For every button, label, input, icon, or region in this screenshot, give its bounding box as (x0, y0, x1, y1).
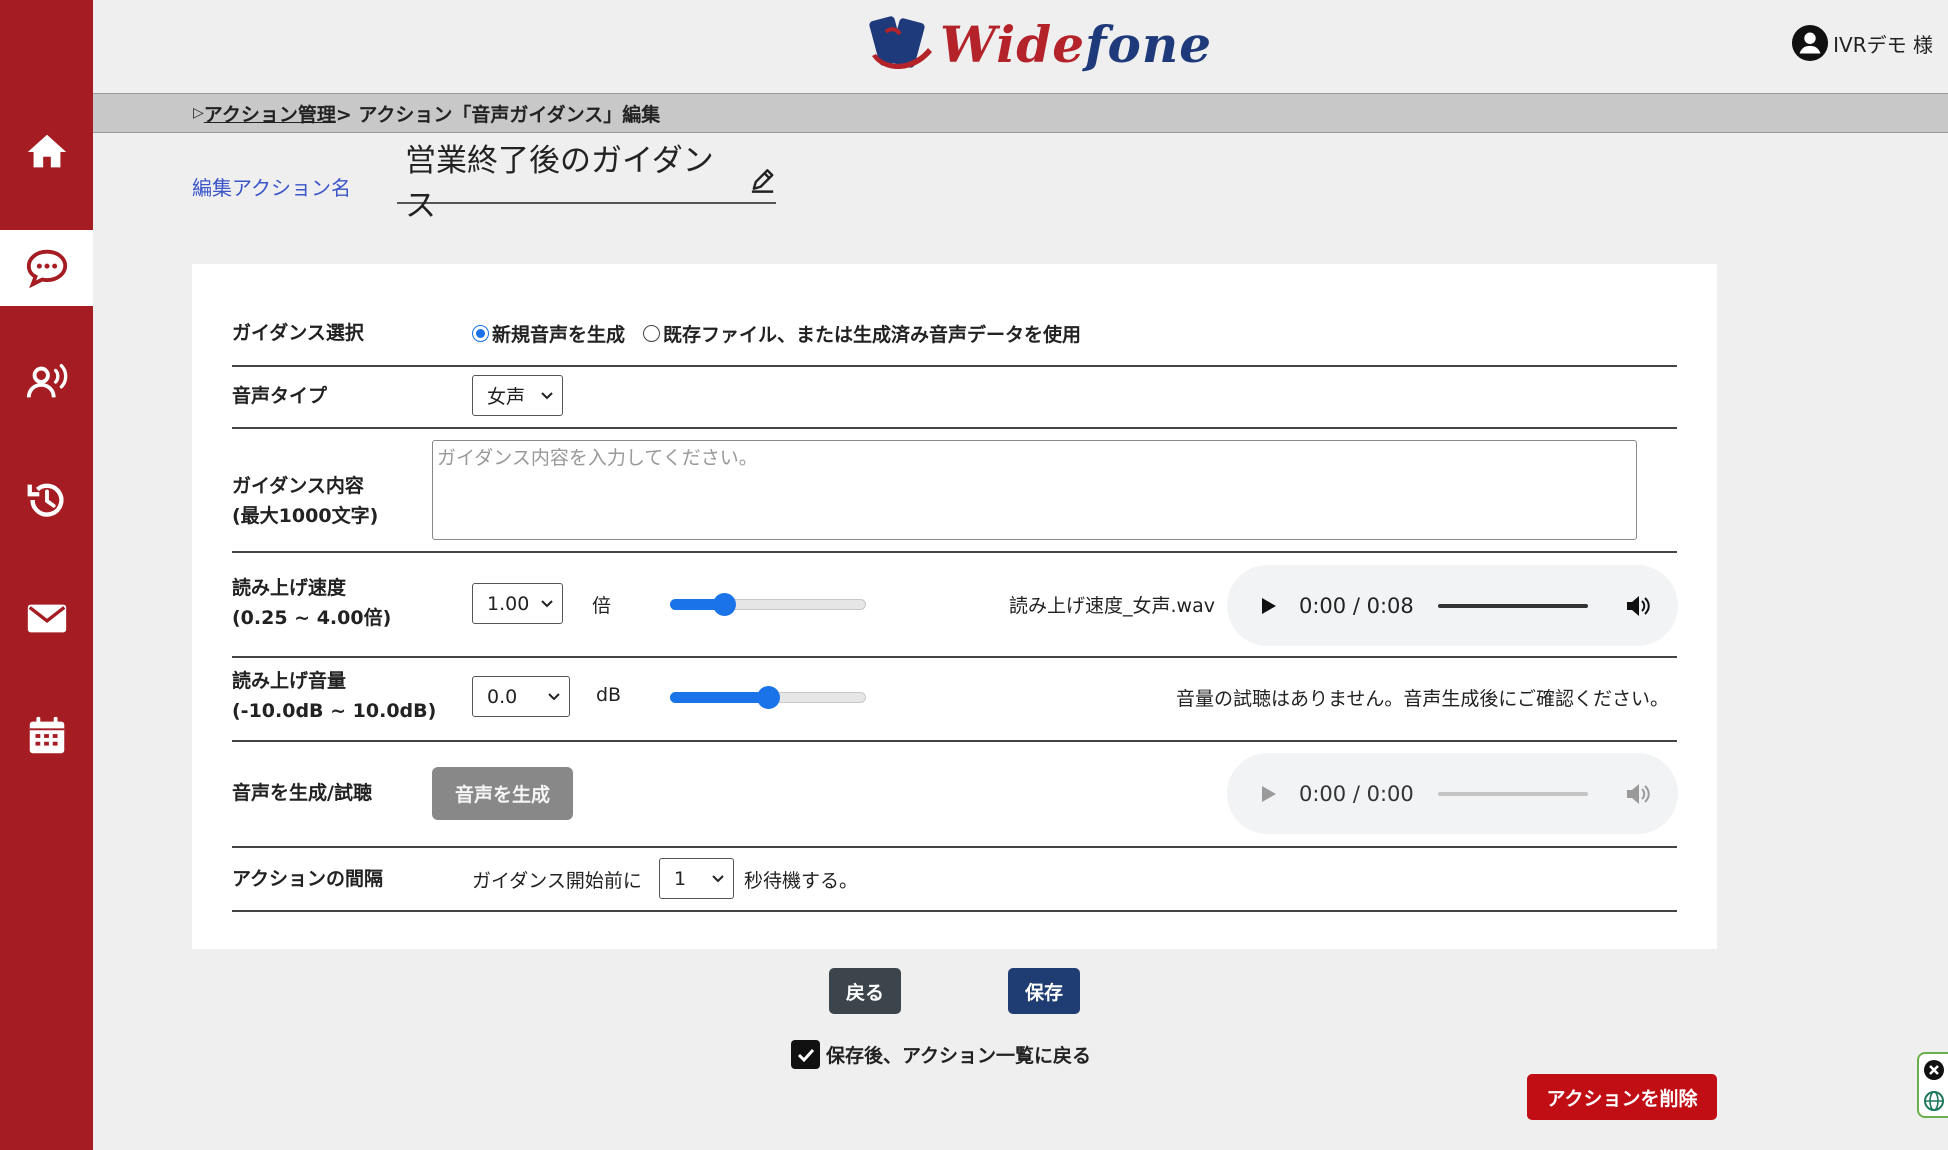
sidebar-item-mail[interactable] (0, 580, 93, 656)
home-icon (27, 134, 66, 168)
voice-type-value: 女声 (487, 386, 526, 408)
action-name-field[interactable]: 営業終了後のガイダンス (397, 143, 776, 224)
generate-label: 音声を生成/試聴 (232, 782, 372, 804)
volume-note: 音量の試聴はありません。音声生成後にご確認ください。 (1175, 688, 1669, 710)
interval-prefix: ガイダンス開始前に (472, 870, 642, 892)
generate-voice-button[interactable]: 音声を生成 (432, 767, 573, 820)
row-guidance-select: ガイダンス選択 新規音声を生成 既存ファイル、または生成済み音声データを使用 (232, 264, 1677, 367)
action-name-value: 営業終了後のガイダンス (405, 143, 714, 224)
interval-label: アクションの間隔 (232, 868, 384, 890)
content-label: ガイダンス内容 (最大1000文字) (232, 475, 379, 527)
user-menu[interactable]: IVRデモ 様 (1791, 24, 1933, 62)
volume-unit: dB (596, 684, 622, 706)
speed-value: 1.00 (487, 592, 530, 615)
breadcrumb: ▷ アクション管理 > アクション「音声ガイダンス」編集 (93, 93, 1948, 133)
guidance-select-label: ガイダンス選択 (232, 322, 364, 344)
audio-time: 0:00 / 0:00 (1299, 781, 1414, 806)
breadcrumb-current: > アクション「音声ガイダンス」編集 (335, 103, 661, 126)
chat-bubble-icon (26, 249, 67, 289)
checkmark-icon (797, 1048, 814, 1062)
speed-audio-player[interactable]: 0:00 / 0:08 (1227, 565, 1678, 646)
after-save-label[interactable]: 保存後、アクション一覧に戻る (826, 1041, 1091, 1068)
audio-progress-bar[interactable] (1437, 603, 1588, 608)
voice-user-icon (26, 364, 67, 398)
row-voice-type: 音声タイプ 女声 (232, 367, 1677, 429)
action-name-label: 編集アクション名 (192, 176, 351, 200)
interval-value: 1 (674, 867, 687, 890)
sidebar-item-guidance[interactable] (0, 230, 93, 306)
back-button[interactable]: 戻る (829, 968, 901, 1014)
volume-slider[interactable] (670, 677, 866, 717)
sidebar (0, 0, 93, 1150)
after-save-option[interactable]: 保存後、アクション一覧に戻る (791, 1040, 1091, 1069)
audio-time: 0:00 / 0:08 (1299, 593, 1414, 618)
chevron-down-icon (541, 599, 553, 607)
audio-progress-bar[interactable] (1437, 791, 1588, 796)
speed-label: 読み上げ速度 (0.25 ~ 4.00倍) (232, 577, 392, 629)
radio-existing-file-label[interactable]: 既存ファイル、または生成済み音声データを使用 (663, 320, 1081, 347)
sidebar-item-voice[interactable] (0, 344, 93, 420)
breadcrumb-link-action-management[interactable]: アクション管理 (204, 100, 336, 127)
radio-new-voice-label[interactable]: 新規音声を生成 (492, 320, 625, 347)
logo[interactable]: Widefone (868, 12, 1212, 76)
speed-select[interactable]: 1.00 (472, 583, 563, 624)
phone-logo-icon (869, 16, 932, 70)
pencil-edit-icon[interactable] (749, 166, 776, 194)
row-interval: アクションの間隔 ガイダンス開始前に 1 秒待機する。 (232, 848, 1677, 912)
mail-icon (27, 604, 66, 633)
guidance-form-panel: ガイダンス選択 新規音声を生成 既存ファイル、または生成済み音声データを使用 音… (192, 264, 1717, 949)
chevron-down-icon (712, 874, 724, 882)
volume-value: 0.0 (487, 685, 518, 708)
slider-fill (670, 692, 768, 703)
radio-new-voice[interactable] (472, 325, 489, 342)
delete-action-button[interactable]: アクションを削除 (1527, 1074, 1717, 1120)
speed-slider[interactable] (670, 584, 866, 624)
globe-icon[interactable] (1923, 1090, 1945, 1112)
sidebar-item-calendar[interactable] (0, 698, 93, 774)
sidebar-item-home[interactable] (0, 114, 93, 190)
volume-icon[interactable] (1624, 781, 1650, 807)
floating-widget[interactable] (1917, 1052, 1948, 1118)
close-circle-icon[interactable] (1923, 1059, 1945, 1081)
play-icon[interactable] (1259, 597, 1277, 615)
chevron-down-icon (548, 692, 560, 700)
voice-type-label: 音声タイプ (232, 385, 328, 407)
voice-type-select[interactable]: 女声 (472, 375, 563, 416)
guidance-select-radios: 新規音声を生成 既存ファイル、または生成済み音声データを使用 (472, 320, 1081, 347)
volume-icon[interactable] (1624, 593, 1650, 619)
save-button[interactable]: 保存 (1008, 968, 1080, 1014)
breadcrumb-arrow-icon: ▷ (193, 105, 204, 121)
speed-file-name: 読み上げ速度_女声.wav (1009, 595, 1215, 617)
slider-thumb[interactable] (756, 686, 780, 709)
chevron-down-icon (541, 391, 553, 399)
guidance-content-textarea[interactable]: ガイダンス内容を入力してください。 (432, 440, 1637, 540)
user-avatar-icon (1792, 24, 1829, 62)
interval-select[interactable]: 1 (659, 858, 734, 899)
logo-text: Widefone (940, 14, 1213, 74)
volume-label: 読み上げ音量 (-10.0dB ~ 10.0dB) (232, 670, 437, 722)
after-save-checkbox[interactable] (791, 1040, 820, 1069)
radio-existing-file[interactable] (643, 325, 661, 342)
user-name: IVRデモ 様 (1833, 32, 1933, 57)
sidebar-item-history[interactable] (0, 462, 93, 538)
slider-thumb[interactable] (713, 593, 737, 616)
interval-suffix: 秒待機する。 (744, 870, 859, 892)
row-volume: 読み上げ音量 (-10.0dB ~ 10.0dB) 0.0 dB 音量の試聴はあ… (232, 658, 1677, 742)
history-icon (27, 483, 63, 517)
play-icon[interactable] (1259, 785, 1277, 803)
generated-audio-player[interactable]: 0:00 / 0:00 (1227, 753, 1678, 834)
header: Widefone IVRデモ 様 (93, 0, 1948, 93)
speed-unit: 倍 (592, 595, 612, 617)
calendar-icon (29, 716, 64, 754)
volume-select[interactable]: 0.0 (472, 676, 570, 717)
